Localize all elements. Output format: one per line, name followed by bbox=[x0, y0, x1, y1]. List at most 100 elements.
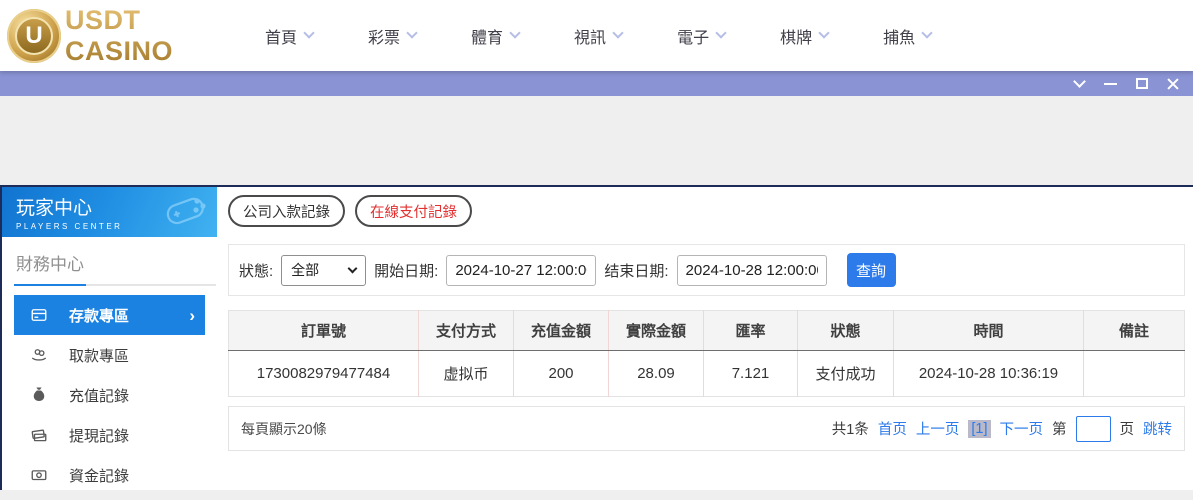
deposit-card-icon bbox=[31, 309, 47, 321]
sidebar: 玩家中心 PLAYERS CENTER 財務中心 存款專區 › 取款專區 充值記… bbox=[2, 187, 217, 490]
minimize-button[interactable] bbox=[1098, 71, 1123, 96]
chevron-down-icon bbox=[1073, 75, 1086, 88]
end-date-label: 结束日期: bbox=[604, 262, 669, 280]
page-size-text: 每頁顯示20條 bbox=[241, 420, 327, 437]
sidebar-item-label: 充值記錄 bbox=[69, 387, 130, 405]
maximize-button[interactable] bbox=[1129, 71, 1154, 96]
start-date-label: 開始日期: bbox=[374, 262, 439, 280]
col-payment-method: 支付方式 bbox=[418, 310, 514, 351]
chevron-down-icon bbox=[612, 27, 624, 39]
table-header-row: 訂單號 支付方式 充值金額 實際金額 匯率 狀態 時間 備註 bbox=[228, 310, 1185, 351]
status-label: 狀態: bbox=[239, 262, 274, 280]
chevron-down-icon bbox=[509, 27, 521, 39]
pagination-bar: 每頁顯示20條 共1条 首页 上一页 [1] 下一页 第 页 跳转 bbox=[228, 406, 1185, 451]
section-underline bbox=[14, 284, 216, 286]
col-remark: 備註 bbox=[1083, 310, 1185, 351]
chevron-down-icon bbox=[406, 27, 418, 39]
jump-button[interactable]: 跳转 bbox=[1143, 418, 1172, 439]
sidebar-item-recharge-records[interactable]: 充值記錄 › bbox=[14, 375, 205, 415]
nav-item-label: 彩票 bbox=[368, 29, 401, 47]
cell-exchange-rate: 7.121 bbox=[703, 350, 798, 397]
nav-item-home[interactable]: 首頁 bbox=[265, 24, 315, 48]
nav-item-chess[interactable]: 棋牌 bbox=[780, 24, 830, 48]
page: U USDT CASINO 首頁 彩票 體育 視訊 電子 棋牌 捕魚 玩家中心 … bbox=[0, 0, 1193, 500]
chevron-down-icon bbox=[303, 27, 315, 39]
sidebar-item-withdraw-zone[interactable]: 取款專區 › bbox=[14, 335, 205, 375]
col-status: 狀態 bbox=[797, 310, 894, 351]
sidebar-item-deposit-zone[interactable]: 存款專區 › bbox=[14, 295, 205, 335]
first-page-link[interactable]: 首页 bbox=[878, 418, 907, 439]
sidebar-item-label: 提現記錄 bbox=[69, 427, 130, 445]
col-time: 時間 bbox=[893, 310, 1084, 351]
end-date-input[interactable] bbox=[676, 254, 827, 286]
search-button[interactable]: 查詢 bbox=[846, 253, 896, 287]
page-background-gap bbox=[0, 96, 1193, 185]
banknote-coin-icon bbox=[31, 470, 47, 481]
chevron-down-icon bbox=[818, 27, 830, 39]
gamepad-icon bbox=[166, 197, 206, 225]
chevron-down-icon bbox=[715, 27, 727, 39]
col-order-number: 訂單號 bbox=[228, 310, 419, 351]
cell-remark bbox=[1084, 351, 1185, 397]
nav-item-slots[interactable]: 電子 bbox=[677, 24, 727, 48]
main-panel: 公司入款記錄 在線支付記錄 狀態: 全部 開始日期: 结束日期: 查詢 bbox=[217, 187, 1193, 490]
chevron-down-icon bbox=[921, 27, 933, 39]
brand-badge-icon: U bbox=[7, 8, 61, 63]
sidebar-item-label: 存款專區 bbox=[69, 307, 130, 325]
close-button[interactable] bbox=[1160, 71, 1185, 96]
window-dropdown-button[interactable] bbox=[1067, 71, 1092, 96]
page-jump-input[interactable] bbox=[1075, 415, 1111, 442]
nav-item-label: 首頁 bbox=[265, 29, 298, 47]
status-select-value: 全部 bbox=[291, 262, 320, 278]
finance-section-title: 財務中心 bbox=[16, 255, 84, 274]
filter-bar: 狀態: 全部 開始日期: 结束日期: 查詢 bbox=[228, 244, 1185, 296]
main-nav: 首頁 彩票 體育 視訊 電子 棋牌 捕魚 bbox=[265, 24, 933, 48]
next-page-link[interactable]: 下一页 bbox=[1000, 418, 1044, 439]
prev-page-link[interactable]: 上一页 bbox=[916, 418, 960, 439]
close-icon bbox=[1166, 77, 1180, 91]
sidebar-item-funds-records[interactable]: 資金記錄 › bbox=[14, 455, 205, 495]
nav-item-label: 捕魚 bbox=[883, 29, 916, 47]
jump-prefix-label: 第 bbox=[1052, 422, 1067, 438]
minimize-icon bbox=[1104, 82, 1117, 85]
cell-status: 支付成功 bbox=[797, 350, 894, 397]
chevron-down-icon bbox=[347, 263, 358, 273]
records-table: 訂單號 支付方式 充值金額 實際金額 匯率 狀態 時間 備註 173008297… bbox=[228, 310, 1185, 397]
nav-item-live[interactable]: 視訊 bbox=[574, 24, 624, 48]
status-select[interactable]: 全部 bbox=[281, 254, 367, 286]
cell-time: 2024-10-28 10:36:19 bbox=[893, 350, 1084, 397]
brand-name: USDT CASINO bbox=[65, 5, 210, 67]
current-page-indicator[interactable]: [1] bbox=[968, 419, 991, 438]
tab-online-payment-records[interactable]: 在線支付記錄 bbox=[355, 195, 472, 227]
banknotes-icon bbox=[31, 429, 47, 442]
maximize-icon bbox=[1135, 78, 1148, 89]
nav-item-label: 棋牌 bbox=[780, 29, 813, 47]
content-frame: 玩家中心 PLAYERS CENTER 財務中心 存款專區 › 取款專區 充值記… bbox=[0, 185, 1193, 490]
cell-order-number: 1730082979477484 bbox=[228, 350, 419, 397]
window-titlebar bbox=[0, 71, 1193, 96]
sidebar-item-label: 資金記錄 bbox=[69, 467, 130, 485]
nav-item-label: 體育 bbox=[471, 29, 504, 47]
pagination-controls: 共1条 首页 上一页 [1] 下一页 第 页 跳转 bbox=[831, 415, 1172, 442]
sidebar-menu: 存款專區 › 取款專區 › 充值記錄 › bbox=[2, 295, 217, 495]
brand-logo[interactable]: U USDT CASINO bbox=[0, 5, 210, 67]
nav-item-label: 視訊 bbox=[574, 29, 607, 47]
jump-suffix-label: 页 bbox=[1119, 422, 1135, 438]
col-recharge-amount: 充值金額 bbox=[513, 310, 609, 351]
tab-company-deposit-records[interactable]: 公司入款記錄 bbox=[228, 195, 345, 227]
col-exchange-rate: 匯率 bbox=[703, 310, 798, 351]
brand-badge-letter: U bbox=[15, 16, 53, 55]
nav-item-lottery[interactable]: 彩票 bbox=[368, 24, 418, 48]
start-date-input[interactable] bbox=[446, 254, 597, 286]
nav-item-sports[interactable]: 體育 bbox=[471, 24, 521, 48]
cell-recharge-amount: 200 bbox=[513, 350, 609, 397]
col-actual-amount: 實際金額 bbox=[608, 310, 704, 351]
total-count-text: 共1条 bbox=[831, 422, 869, 438]
finance-section: 財務中心 bbox=[2, 237, 217, 286]
withdraw-hand-icon bbox=[31, 349, 47, 361]
cell-actual-amount: 28.09 bbox=[608, 350, 704, 397]
nav-item-label: 電子 bbox=[677, 29, 710, 47]
chevron-right-icon: › bbox=[189, 305, 195, 325]
nav-item-fishing[interactable]: 捕魚 bbox=[883, 24, 933, 48]
sidebar-item-withdrawal-records[interactable]: 提現記錄 › bbox=[14, 415, 205, 455]
